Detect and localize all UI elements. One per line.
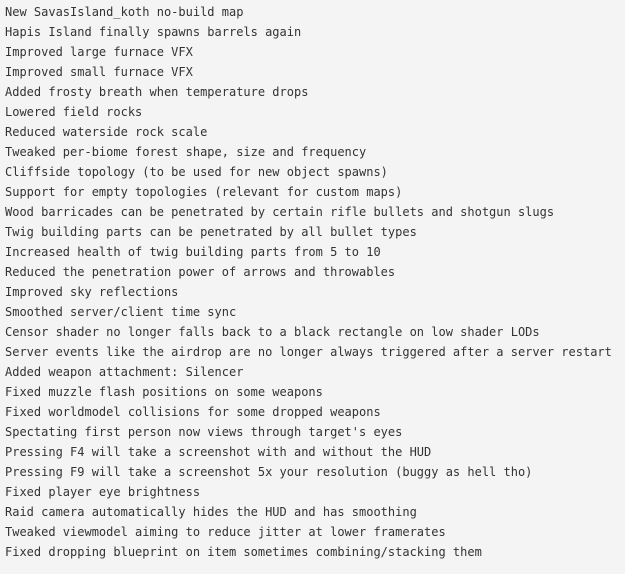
changelog-entry: Reduced waterside rock scale — [5, 125, 208, 139]
changelog-entry: Fixed player eye brightness — [5, 485, 201, 499]
changelog-list: New SavasIsland_koth no-build map Hapis I… — [0, 0, 625, 562]
changelog-entry: Improved small furnace VFX — [5, 65, 193, 79]
changelog-entry: Smoothed server/client time sync — [5, 305, 237, 319]
changelog-entry: Support for empty topologies (relevant f… — [5, 185, 403, 199]
changelog-entry: Tweaked viewmodel aiming to reduce jitte… — [5, 525, 446, 539]
changelog-entry: Hapis Island finally spawns barrels agai… — [5, 25, 302, 39]
changelog-page: New SavasIsland_koth no-build map Hapis I… — [0, 0, 625, 562]
changelog-entry: Wood barricades can be penetrated by cer… — [5, 205, 555, 219]
changelog-entry: Lowered field rocks — [5, 105, 143, 119]
changelog-entry: New SavasIsland_koth no-build map — [5, 5, 244, 19]
changelog-entry: Fixed dropping blueprint on item sometim… — [5, 545, 482, 559]
changelog-entry: Pressing F9 will take a screenshot 5x yo… — [5, 465, 533, 479]
changelog-entry: Pressing F4 will take a screenshot with … — [5, 445, 432, 459]
changelog-entry: Server events like the airdrop are no lo… — [5, 345, 612, 359]
changelog-entry: Spectating first person now views throug… — [5, 425, 403, 439]
changelog-entry: Improved sky reflections — [5, 285, 179, 299]
changelog-entry: Added frosty breath when temperature dro… — [5, 85, 309, 99]
changelog-entry: Censor shader no longer falls back to a … — [5, 325, 540, 339]
changelog-entry: Increased health of twig building parts … — [5, 245, 381, 259]
changelog-entry: Tweaked per-biome forest shape, size and… — [5, 145, 367, 159]
changelog-entry: Fixed worldmodel collisions for some dro… — [5, 405, 381, 419]
changelog-entry: Raid camera automatically hides the HUD … — [5, 505, 417, 519]
changelog-entry: Added weapon attachment: Silencer — [5, 365, 244, 379]
changelog-entry: Fixed muzzle flash positions on some wea… — [5, 385, 323, 399]
changelog-entry: Reduced the penetration power of arrows … — [5, 265, 396, 279]
changelog-entry: Improved large furnace VFX — [5, 45, 193, 59]
changelog-entry: Cliffside topology (to be used for new o… — [5, 165, 388, 179]
changelog-entry: Twig building parts can be penetrated by… — [5, 225, 417, 239]
